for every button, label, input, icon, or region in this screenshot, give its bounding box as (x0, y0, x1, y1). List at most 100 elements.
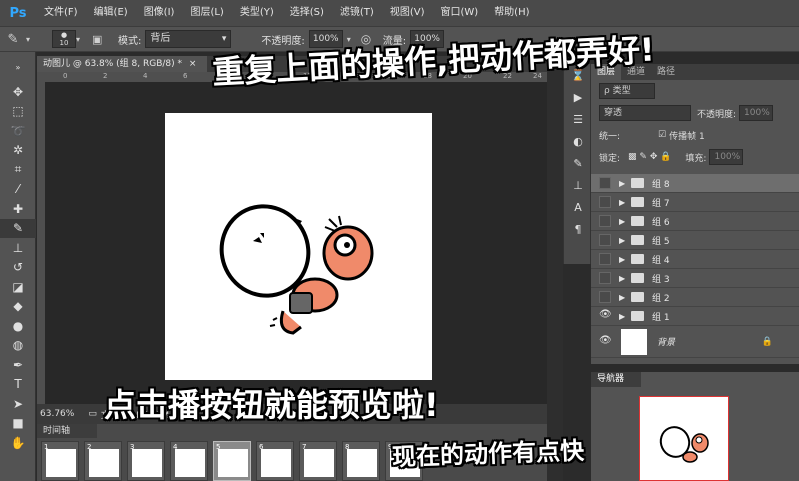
brush-presets-icon[interactable]: ✎ (564, 152, 592, 174)
visibility-toggle[interactable] (599, 253, 611, 265)
menu-type[interactable]: 类型(Y) (232, 0, 282, 26)
expand-arrow-icon[interactable]: ▶ (619, 179, 629, 188)
type-tool-icon[interactable]: T (0, 375, 36, 395)
clone-stamp-tool-icon[interactable]: ⊥ (0, 238, 36, 258)
timeline-frame[interactable]: 8 (342, 441, 380, 481)
menu-image[interactable]: 图像(I) (136, 0, 183, 26)
timeline-frame[interactable]: 2 (84, 441, 122, 481)
brush-tool-icon[interactable]: ✎ (0, 218, 36, 238)
timeline-frame[interactable]: 4 (170, 441, 208, 481)
document-canvas[interactable] (165, 113, 432, 380)
crop-tool-icon[interactable]: ⌗ (0, 160, 36, 180)
menu-file[interactable]: 文件(F) (36, 0, 86, 26)
paragraph-panel-icon[interactable]: ¶ (564, 218, 592, 240)
adjustments-panel-icon[interactable]: ◐ (564, 130, 592, 152)
eye-icon[interactable]: 👁 (599, 310, 612, 322)
history-brush-tool-icon[interactable]: ↺ (0, 258, 36, 278)
lock-icons[interactable]: ▩ ✎ ✥ 🔒 (628, 152, 671, 162)
navigator-preview[interactable] (639, 396, 729, 481)
expand-arrow-icon[interactable]: ▶ (619, 312, 629, 321)
layer-name: 组 2 (652, 293, 670, 304)
folder-icon (631, 197, 644, 207)
folder-icon (631, 273, 644, 283)
eye-icon[interactable]: 👁 (599, 335, 612, 348)
menu-view[interactable]: 视图(V) (382, 0, 433, 26)
brush-tool-icon[interactable]: ✎ (0, 32, 26, 47)
frame-thumbnail (89, 449, 119, 477)
clone-source-icon[interactable]: ⊥ (564, 174, 592, 196)
timeline-frame[interactable]: 6 (256, 441, 294, 481)
rectangle-tool-icon[interactable]: ■ (0, 414, 36, 434)
healing-brush-tool-icon[interactable]: ✚ (0, 199, 36, 219)
layer-row[interactable]: ▶ 组 7 (591, 193, 799, 212)
expand-arrow-icon[interactable]: ▶ (619, 274, 629, 283)
status-info-icon[interactable]: ▭ (88, 409, 97, 419)
timeline-frame[interactable]: 3 (127, 441, 165, 481)
visibility-toggle[interactable] (599, 215, 611, 227)
mode-label: 模式: (118, 35, 142, 47)
brush-panel-icon[interactable]: ▣ (92, 33, 114, 46)
expand-arrow-icon[interactable]: ▶ (619, 217, 629, 226)
layer-opacity-field[interactable]: 100% (739, 105, 774, 121)
path-selection-tool-icon[interactable]: ➤ (0, 394, 36, 414)
menu-filter[interactable]: 滤镜(T) (332, 0, 382, 26)
dodge-tool-icon[interactable]: ◍ (0, 336, 36, 356)
timeline-tab[interactable]: 时间轴 (37, 424, 97, 438)
layer-kind-filter[interactable]: ρ 类型 (599, 83, 655, 99)
folder-icon (631, 254, 644, 264)
magic-wand-tool-icon[interactable]: ✲ (0, 141, 36, 161)
expand-arrow-icon[interactable]: ▶ (619, 293, 629, 302)
zoom-level[interactable]: 63.76% (40, 409, 74, 419)
chevron-down-icon[interactable]: ▾ (26, 35, 36, 44)
visibility-toggle[interactable] (599, 234, 611, 246)
character-panel-icon[interactable]: A (564, 196, 592, 218)
propagate-checkbox[interactable]: ☑ (658, 130, 666, 140)
blur-tool-icon[interactable]: ● (0, 316, 36, 336)
layer-row[interactable]: ▶ 组 2 (591, 288, 799, 307)
document-tab[interactable]: 动图儿 @ 63.8% (组 8, RGB/8) * × (37, 56, 207, 72)
layer-row[interactable]: ▶ 组 8 (591, 174, 799, 193)
timeline-frame-selected[interactable]: 5 (213, 441, 251, 481)
timeline-frame[interactable]: 7 (299, 441, 337, 481)
close-icon[interactable]: × (189, 59, 197, 69)
visibility-toggle[interactable] (599, 177, 611, 189)
blend-mode-select[interactable]: 穿透 (599, 105, 691, 121)
visibility-toggle[interactable] (599, 272, 611, 284)
expand-arrow-icon[interactable]: ▶ (619, 236, 629, 245)
menu-help[interactable]: 帮助(H) (486, 0, 537, 26)
timeline-frame[interactable]: 1 (41, 441, 79, 481)
opacity-label: 不透明度: (697, 109, 737, 120)
actions-panel-icon[interactable]: ▶ (564, 86, 592, 108)
menu-edit[interactable]: 编辑(E) (86, 0, 136, 26)
lasso-tool-icon[interactable]: ➰ (0, 121, 36, 141)
navigator-tab[interactable]: 导航器 (591, 372, 641, 387)
toolbar-collapse-icon[interactable]: » (0, 52, 36, 82)
fill-field[interactable]: 100% (709, 149, 744, 165)
mode-select[interactable]: 背后 (145, 30, 232, 48)
layer-name: 组 1 (652, 312, 670, 323)
menu-window[interactable]: 窗口(W) (432, 0, 486, 26)
marquee-tool-icon[interactable]: ⬚ (0, 102, 36, 122)
chevron-down-icon[interactable]: ▾ (76, 35, 86, 44)
visibility-toggle[interactable] (599, 291, 611, 303)
layer-row-background[interactable]: 👁 背景 🔒 (591, 326, 799, 358)
expand-arrow-icon[interactable]: ▶ (619, 198, 629, 207)
eraser-tool-icon[interactable]: ◪ (0, 277, 36, 297)
move-tool-icon[interactable]: ✥ (0, 82, 36, 102)
menu-layer[interactable]: 图层(L) (182, 0, 231, 26)
paint-bucket-tool-icon[interactable]: ◆ (0, 297, 36, 317)
pen-tool-icon[interactable]: ✒ (0, 355, 36, 375)
layer-row[interactable]: 👁 ▶ 组 1 (591, 307, 799, 326)
layer-row[interactable]: ▶ 组 5 (591, 231, 799, 250)
hand-tool-icon[interactable]: ✋ (0, 433, 36, 453)
layer-row[interactable]: ▶ 组 6 (591, 212, 799, 231)
properties-panel-icon[interactable]: ☰ (564, 108, 592, 130)
eyedropper-tool-icon[interactable]: ⁄ (0, 180, 36, 200)
layer-row[interactable]: ▶ 组 4 (591, 250, 799, 269)
expand-arrow-icon[interactable]: ▶ (619, 255, 629, 264)
ruler-tick: 4 (143, 72, 148, 80)
layer-row[interactable]: ▶ 组 3 (591, 269, 799, 288)
visibility-toggle[interactable] (599, 196, 611, 208)
menu-select[interactable]: 选择(S) (282, 0, 332, 26)
brush-size-picker[interactable]: ● 10 (52, 30, 76, 48)
